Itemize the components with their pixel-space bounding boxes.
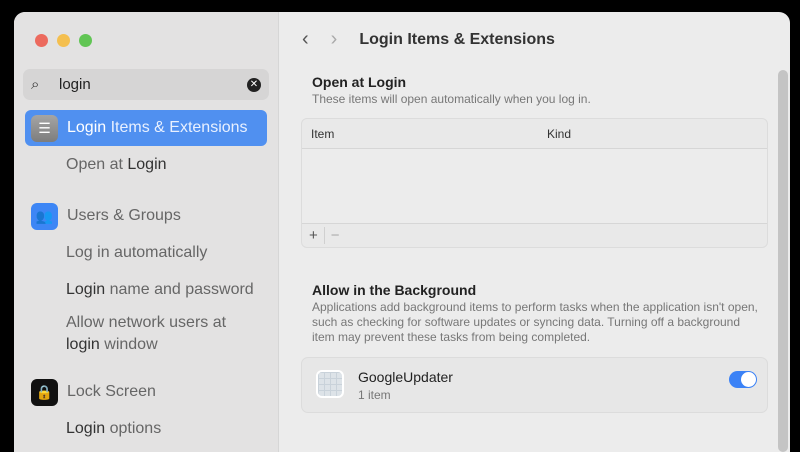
- toolbar: ‹ › Login Items & Extensions: [302, 28, 555, 51]
- remove-button[interactable]: −: [331, 227, 340, 244]
- column-kind[interactable]: Kind: [547, 127, 571, 141]
- forward-button[interactable]: ›: [331, 28, 338, 51]
- open-at-login-table: Item Kind + −: [301, 118, 768, 248]
- sidebar-item-lock-screen[interactable]: 🔒 Lock Screen: [25, 374, 267, 410]
- app-icon: [316, 370, 344, 398]
- search-input[interactable]: login: [59, 76, 247, 93]
- background-heading: Allow in the Background: [312, 282, 477, 298]
- traffic-lights: [35, 34, 92, 47]
- sidebar-item-label: Lock Screen: [67, 383, 156, 400]
- zoom-button[interactable]: [79, 34, 92, 47]
- background-toggle[interactable]: [729, 371, 757, 388]
- sidebar-subitem-login-options[interactable]: Login options: [66, 418, 161, 440]
- sidebar-item-label: Users & Groups: [67, 207, 181, 224]
- lock-icon: 🔒: [31, 378, 58, 406]
- sidebar: ⌕ login ✕ ☰ Login Items & Extensions Ope…: [14, 12, 279, 452]
- magnifier-icon: ⌕: [31, 76, 40, 93]
- sidebar-subitem-log-in-automatically[interactable]: Log in automatically: [66, 242, 207, 264]
- toggle-knob: [741, 372, 756, 387]
- sidebar-item-login-items[interactable]: ☰ Login Items & Extensions: [25, 110, 267, 146]
- search-field[interactable]: ⌕ login ✕: [23, 69, 269, 100]
- column-item[interactable]: Item: [311, 127, 547, 141]
- list-icon: ☰: [31, 114, 58, 142]
- scrollbar[interactable]: [778, 70, 788, 452]
- sidebar-subitem-network-users[interactable]: Allow network users at login window: [66, 312, 226, 356]
- background-item-row: GoogleUpdater 1 item: [301, 357, 768, 413]
- app-name: GoogleUpdater: [358, 369, 453, 385]
- add-button[interactable]: +: [309, 227, 325, 244]
- minimize-button[interactable]: [57, 34, 70, 47]
- table-header: Item Kind: [302, 119, 767, 149]
- page-title: Login Items & Extensions: [359, 30, 555, 48]
- clear-icon[interactable]: ✕: [247, 77, 261, 92]
- open-at-login-heading: Open at Login: [312, 74, 407, 90]
- open-at-login-description: These items will open automatically when…: [312, 92, 591, 106]
- background-description: Applications add background items to per…: [312, 300, 758, 344]
- users-icon: 👥: [31, 202, 58, 230]
- sidebar-item-users-groups[interactable]: 👥 Users & Groups: [25, 198, 267, 234]
- content-pane: ‹ › Login Items & Extensions Open at Log…: [280, 12, 790, 452]
- app-detail: 1 item: [358, 388, 391, 402]
- settings-window: ⌕ login ✕ ☰ Login Items & Extensions Ope…: [14, 12, 790, 452]
- back-button[interactable]: ‹: [302, 28, 309, 51]
- close-button[interactable]: [35, 34, 48, 47]
- sidebar-subitem-login-name-password[interactable]: Login name and password: [66, 279, 254, 301]
- sidebar-item-label-highlight: Login: [67, 119, 107, 136]
- table-footer: + −: [302, 223, 767, 247]
- sidebar-subitem-open-at-login[interactable]: Open at Login: [66, 154, 167, 176]
- sidebar-item-label: Items & Extensions: [106, 119, 248, 136]
- table-body: [302, 149, 767, 223]
